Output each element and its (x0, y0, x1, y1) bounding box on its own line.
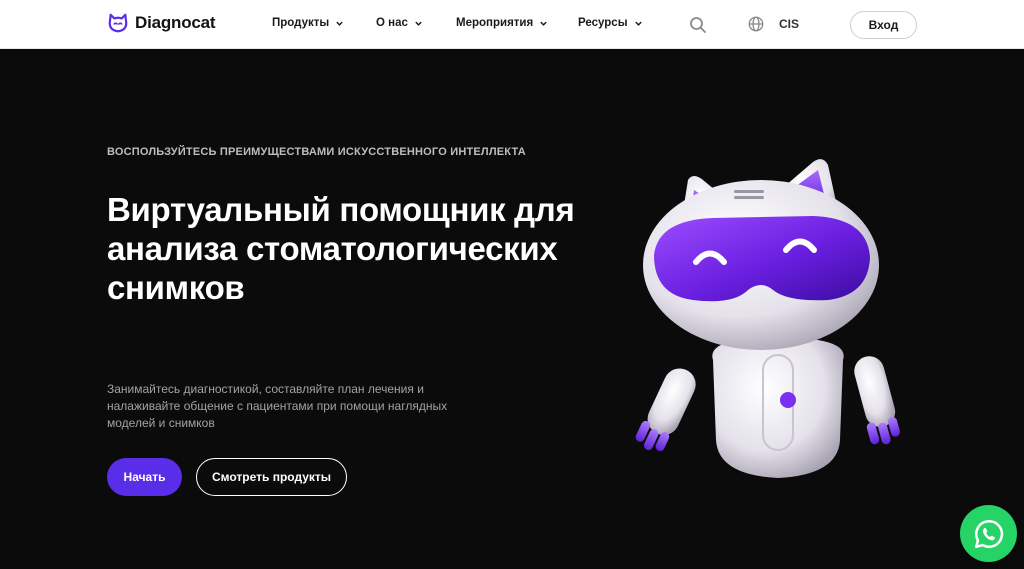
robot-cat-illustration (635, 159, 900, 478)
hero-subtext: Занимайтесь диагностикой, составляйте пл… (107, 382, 448, 430)
login-button[interactable]: Вход (850, 11, 917, 39)
nav-products-label: Продукты (272, 17, 330, 29)
brand-name: Diagnocat (135, 13, 216, 32)
site-header: Diagnocat Продукты О нас Мероприятия Рес… (0, 0, 1024, 49)
chevron-down-icon (336, 21, 343, 26)
hero-headline: Виртуальный помощник для анализа стомато… (107, 191, 575, 306)
globe-icon (748, 16, 764, 32)
chevron-down-icon (540, 21, 547, 26)
chevron-down-icon (415, 21, 422, 26)
view-products-button[interactable]: Смотреть продукты (196, 458, 347, 496)
chevron-down-icon (634, 21, 642, 26)
logo-cat-icon (108, 13, 128, 33)
nav-resources-label: Ресурсы (578, 17, 628, 29)
brand-logo[interactable]: Diagnocat (107, 12, 216, 34)
nav-products[interactable]: Продукты (272, 17, 344, 29)
nav-about[interactable]: О нас (376, 17, 423, 29)
search-icon[interactable] (688, 15, 708, 35)
start-button[interactable]: Начать (107, 458, 182, 496)
hero-eyebrow: ВОСПОЛЬЗУЙТЕСЬ ПРЕИМУЩЕСТВАМИ ИСКУССТВЕН… (107, 146, 526, 158)
nav-events-label: Мероприятия (456, 17, 534, 29)
whatsapp-chat-button[interactable] (960, 505, 1017, 562)
nav-events[interactable]: Мероприятия (456, 17, 548, 29)
nav-resources[interactable]: Ресурсы (578, 17, 643, 29)
nav-about-label: О нас (376, 17, 408, 29)
region-selector[interactable]: CIS (747, 15, 799, 33)
whatsapp-icon (974, 519, 1003, 548)
region-label: CIS (779, 17, 800, 31)
